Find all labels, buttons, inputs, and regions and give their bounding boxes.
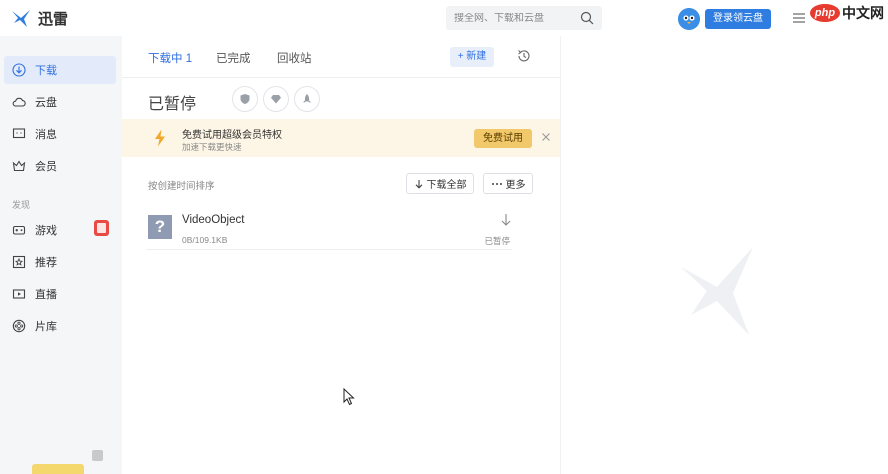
login-button[interactable]: 登录领云盘 bbox=[705, 9, 771, 29]
promo-close-button[interactable] bbox=[92, 450, 103, 461]
banner-subtitle: 加速下载更快速 bbox=[182, 142, 242, 152]
more-dots-icon bbox=[491, 182, 502, 185]
film-icon bbox=[12, 319, 26, 333]
vip-trial-banner: 免费试用超级会员特权 加速下载更快速 免费试用 bbox=[122, 119, 560, 157]
sort-order-label[interactable]: 按创建时间排序 bbox=[148, 178, 215, 192]
mouse-cursor-icon bbox=[343, 388, 355, 406]
sidebar-item-label: 游戏 bbox=[35, 225, 57, 237]
download-all-label: 下载全部 bbox=[426, 180, 467, 191]
vip-icon bbox=[12, 160, 26, 172]
avatar[interactable] bbox=[678, 8, 700, 30]
sidebar-item-recommend[interactable]: 推荐 bbox=[4, 248, 116, 276]
xunlei-watermark-icon bbox=[681, 247, 753, 335]
sidebar-item-label: 云盘 bbox=[35, 97, 57, 109]
more-label: 更多 bbox=[505, 180, 526, 191]
task-row[interactable]: ? VideoObject 0B/109.1KB 已暂停 bbox=[146, 208, 512, 250]
tab-bar: 下载中 1 已完成 回收站 + 新建 bbox=[122, 36, 560, 78]
app-window: 迅雷 登录领云盘 bbox=[0, 0, 888, 474]
search-box[interactable] bbox=[446, 6, 602, 30]
more-button[interactable]: 更多 bbox=[483, 173, 533, 194]
sidebar-item-cloud[interactable]: 云盘 bbox=[4, 88, 116, 116]
xunlei-bird-icon bbox=[12, 10, 30, 27]
search-input[interactable] bbox=[454, 12, 572, 24]
avatar-bird-icon bbox=[678, 8, 700, 30]
sidebar-item-vip[interactable]: 会员 bbox=[4, 152, 116, 180]
rocket-icon bbox=[303, 94, 311, 103]
sidebar-item-live[interactable]: 直播 bbox=[4, 280, 116, 308]
rocket-accelerate-button[interactable] bbox=[294, 86, 320, 112]
discover-section-label: 发现 bbox=[12, 200, 31, 210]
lightning-icon bbox=[155, 129, 165, 147]
live-icon bbox=[12, 289, 26, 299]
cloud-icon bbox=[12, 97, 26, 107]
php-badge-text: 中文网 bbox=[842, 5, 884, 21]
task-file-name: VideoObject bbox=[182, 214, 245, 226]
tab-recycle-bin[interactable]: 回收站 bbox=[277, 50, 312, 66]
new-task-button[interactable]: + 新建 bbox=[450, 47, 494, 67]
unknown-file-icon: ? bbox=[148, 215, 172, 239]
download-panel: 下载中 1 已完成 回收站 + 新建 已暂停 免费试用超级会员特权 加速下载更快… bbox=[122, 36, 560, 474]
recommend-icon bbox=[12, 255, 26, 269]
diamond-icon bbox=[271, 95, 281, 104]
banner-close-icon[interactable] bbox=[540, 131, 552, 143]
gamepad-icon bbox=[12, 225, 26, 235]
resume-download-icon[interactable] bbox=[500, 213, 512, 227]
sidebar-item-label: 片库 bbox=[35, 321, 57, 333]
shield-icon bbox=[240, 94, 250, 104]
message-icon bbox=[12, 128, 26, 139]
app-logo: 迅雷 bbox=[10, 7, 68, 29]
app-name: 迅雷 bbox=[38, 10, 69, 28]
download-all-button[interactable]: 下载全部 bbox=[406, 173, 474, 194]
banner-title: 免费试用超级会员特权 bbox=[182, 130, 282, 141]
title-bar: 迅雷 登录领云盘 bbox=[0, 0, 888, 36]
tab-completed[interactable]: 已完成 bbox=[216, 50, 251, 66]
search-icon[interactable] bbox=[580, 11, 594, 25]
arrow-down-icon bbox=[415, 179, 422, 189]
sidebar-item-label: 消息 bbox=[35, 129, 57, 141]
sidebar: 下载 云盘 消息 会员 发现 游戏 推荐 直播 片库 bbox=[0, 36, 122, 474]
sidebar-item-download[interactable]: 下载 bbox=[4, 56, 116, 84]
free-trial-button[interactable]: 免费试用 bbox=[474, 129, 532, 148]
download-icon bbox=[12, 63, 26, 77]
sidebar-item-message[interactable]: 消息 bbox=[4, 120, 116, 148]
games-promo-badge bbox=[94, 220, 109, 236]
speed-boost-button[interactable] bbox=[232, 86, 258, 112]
task-file-size: 0B/109.1KB bbox=[182, 235, 228, 245]
php-badge-logo: php bbox=[810, 4, 840, 22]
menu-icon[interactable] bbox=[792, 12, 806, 24]
diamond-vip-button[interactable] bbox=[263, 86, 289, 112]
sidebar-item-label: 直播 bbox=[35, 289, 57, 301]
task-status: 已暂停 bbox=[484, 236, 510, 246]
detail-pane bbox=[560, 36, 888, 474]
sidebar-item-label: 推荐 bbox=[35, 257, 57, 269]
tab-downloading[interactable]: 下载中 1 bbox=[148, 50, 192, 66]
sidebar-item-label: 会员 bbox=[35, 161, 57, 173]
history-icon[interactable] bbox=[516, 48, 532, 64]
sidebar-item-label: 下载 bbox=[35, 65, 57, 77]
status-title: 已暂停 bbox=[148, 96, 197, 113]
php-watermark-badge: php 中文网 bbox=[808, 2, 888, 24]
sidebar-item-film-library[interactable]: 片库 bbox=[4, 312, 116, 340]
sidebar-promo-card[interactable] bbox=[32, 464, 84, 474]
